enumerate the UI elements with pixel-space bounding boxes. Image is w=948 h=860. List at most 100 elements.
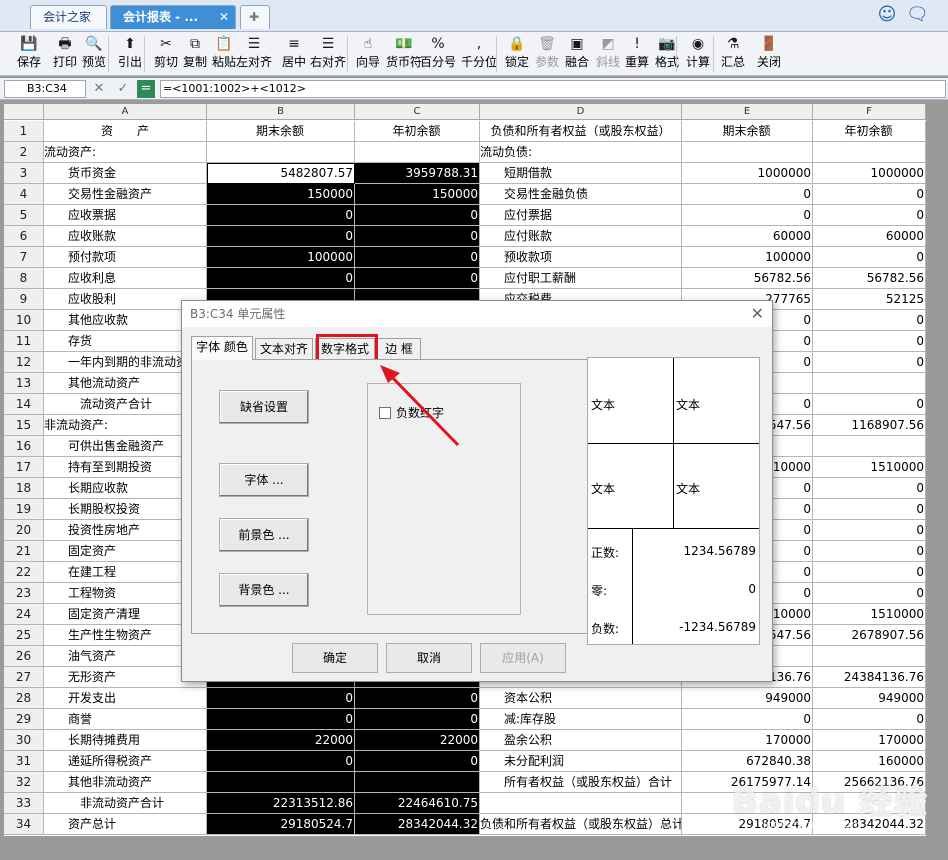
cell-f[interactable]: 0 — [813, 520, 926, 541]
default-settings-button[interactable]: 缺省设置 — [219, 390, 309, 424]
row-header[interactable]: 24 — [4, 604, 44, 625]
cell-a[interactable]: 应收票据 — [44, 205, 207, 226]
cell-f[interactable]: 0 — [813, 394, 926, 415]
cell-b[interactable]: 22000 — [207, 730, 355, 751]
cell-c[interactable] — [355, 772, 480, 793]
save-button[interactable]: 💾 保存 — [14, 34, 44, 74]
cell-d[interactable]: 短期借款 — [480, 163, 682, 184]
cell-b[interactable] — [207, 772, 355, 793]
cell-f[interactable] — [813, 646, 926, 667]
cell-f[interactable] — [813, 436, 926, 457]
cell-c[interactable]: 22000 — [355, 730, 480, 751]
cell-f[interactable]: 0 — [813, 352, 926, 373]
ok-button[interactable]: 确定 — [292, 643, 378, 673]
cell-f[interactable] — [813, 142, 926, 163]
cell-b[interactable]: 0 — [207, 268, 355, 289]
cell-e[interactable]: 60000 — [682, 226, 813, 247]
cell-c[interactable]: 0 — [355, 709, 480, 730]
format-button[interactable]: 📷 格式 — [652, 34, 682, 74]
close-button[interactable]: 🚪 关闭 — [754, 34, 784, 74]
preview-button[interactable]: 🔍 预览 — [79, 34, 109, 74]
tab-accounting-home[interactable]: 会计之家 — [30, 5, 107, 29]
corner-header[interactable] — [4, 104, 44, 120]
row-header[interactable]: 17 — [4, 457, 44, 478]
row-header[interactable]: 28 — [4, 688, 44, 709]
thousands-button[interactable]: , 千分位 — [461, 34, 497, 74]
cell-a[interactable]: 商誉 — [44, 709, 207, 730]
percent-button[interactable]: % 百分号 — [420, 34, 456, 74]
cell-f[interactable] — [813, 373, 926, 394]
row-header[interactable]: 15 — [4, 415, 44, 436]
cell-d[interactable]: 预收款项 — [480, 247, 682, 268]
align-left-button[interactable]: ☰ 左对齐 — [236, 34, 272, 74]
cell-b[interactable]: 0 — [207, 205, 355, 226]
cell-b[interactable]: 5482807.57 — [207, 163, 355, 184]
row-header[interactable]: 4 — [4, 184, 44, 205]
row-header[interactable]: 19 — [4, 499, 44, 520]
cell-c[interactable]: 150000 — [355, 184, 480, 205]
cell-b[interactable]: 22313512.86 — [207, 793, 355, 814]
cancel-button[interactable]: 取消 — [386, 643, 472, 673]
message-icon[interactable]: 🗨 — [906, 4, 929, 26]
cell-f[interactable]: 0 — [813, 583, 926, 604]
row-header[interactable]: 1 — [4, 121, 44, 142]
cell-c[interactable]: 3959788.31 — [355, 163, 480, 184]
cell-d[interactable]: 应付职工薪酬 — [480, 268, 682, 289]
summary-button[interactable]: ⚗ 汇总 — [718, 34, 748, 74]
cell-e[interactable]: 672840.38 — [682, 751, 813, 772]
cell-a[interactable]: 资 产 — [44, 121, 207, 142]
cell-d[interactable]: 资本公积 — [480, 688, 682, 709]
cell-d[interactable]: 负债和所有者权益（或股东权益） — [480, 121, 682, 142]
cell-f[interactable]: 949000 — [813, 688, 926, 709]
currency-button[interactable]: 💵 货币符 — [386, 34, 422, 74]
row-header[interactable]: 34 — [4, 814, 44, 835]
align-center-button[interactable]: ≡ 居中 — [279, 34, 309, 74]
row-header[interactable]: 27 — [4, 667, 44, 688]
cell-f[interactable]: 1510000 — [813, 604, 926, 625]
row-header[interactable]: 5 — [4, 205, 44, 226]
cell-a[interactable]: 资产总计 — [44, 814, 207, 835]
row-header[interactable]: 6 — [4, 226, 44, 247]
cell-f[interactable]: 60000 — [813, 226, 926, 247]
tab-font-color[interactable]: 字体 颜色 — [191, 336, 253, 360]
cell-c[interactable]: 0 — [355, 268, 480, 289]
formula-input[interactable]: =<1001:1002>+<1012> — [160, 80, 946, 98]
row-header[interactable]: 25 — [4, 625, 44, 646]
cell-a[interactable]: 长期待摊费用 — [44, 730, 207, 751]
row-header[interactable]: 26 — [4, 646, 44, 667]
cell-f[interactable]: 0 — [813, 709, 926, 730]
cell-d[interactable] — [480, 793, 682, 814]
cell-reference-box[interactable]: B3:C34 — [4, 80, 86, 98]
background-color-button[interactable]: 背景色 ... — [219, 573, 309, 607]
column-header[interactable]: F — [813, 104, 926, 120]
row-header[interactable]: 12 — [4, 352, 44, 373]
cell-f[interactable]: 1510000 — [813, 457, 926, 478]
cell-e[interactable]: 949000 — [682, 688, 813, 709]
row-header[interactable]: 18 — [4, 478, 44, 499]
column-header[interactable]: D — [480, 104, 682, 120]
cell-f[interactable]: 年初余额 — [813, 121, 926, 142]
cell-d[interactable]: 未分配利润 — [480, 751, 682, 772]
cell-f[interactable]: 0 — [813, 562, 926, 583]
row-header[interactable]: 33 — [4, 793, 44, 814]
cell-b[interactable]: 0 — [207, 751, 355, 772]
row-header[interactable]: 7 — [4, 247, 44, 268]
row-header[interactable]: 20 — [4, 520, 44, 541]
apply-button[interactable]: 应用(A) — [480, 643, 566, 673]
cell-d[interactable]: 流动负债: — [480, 142, 682, 163]
cell-b[interactable]: 0 — [207, 226, 355, 247]
cell-f[interactable]: 0 — [813, 331, 926, 352]
cell-e[interactable]: 100000 — [682, 247, 813, 268]
row-header[interactable]: 32 — [4, 772, 44, 793]
row-header[interactable]: 13 — [4, 373, 44, 394]
cell-c[interactable]: 年初余额 — [355, 121, 480, 142]
export-button[interactable]: ⬆ 引出 — [115, 34, 145, 74]
cell-d[interactable]: 盈余公积 — [480, 730, 682, 751]
dialog-close-icon[interactable]: ✕ — [751, 301, 764, 327]
cell-c[interactable]: 0 — [355, 226, 480, 247]
cell-b[interactable]: 0 — [207, 688, 355, 709]
cell-a[interactable]: 预付款项 — [44, 247, 207, 268]
cell-d[interactable]: 应付票据 — [480, 205, 682, 226]
foreground-color-button[interactable]: 前景色 ... — [219, 518, 309, 552]
cell-a[interactable]: 货币资金 — [44, 163, 207, 184]
